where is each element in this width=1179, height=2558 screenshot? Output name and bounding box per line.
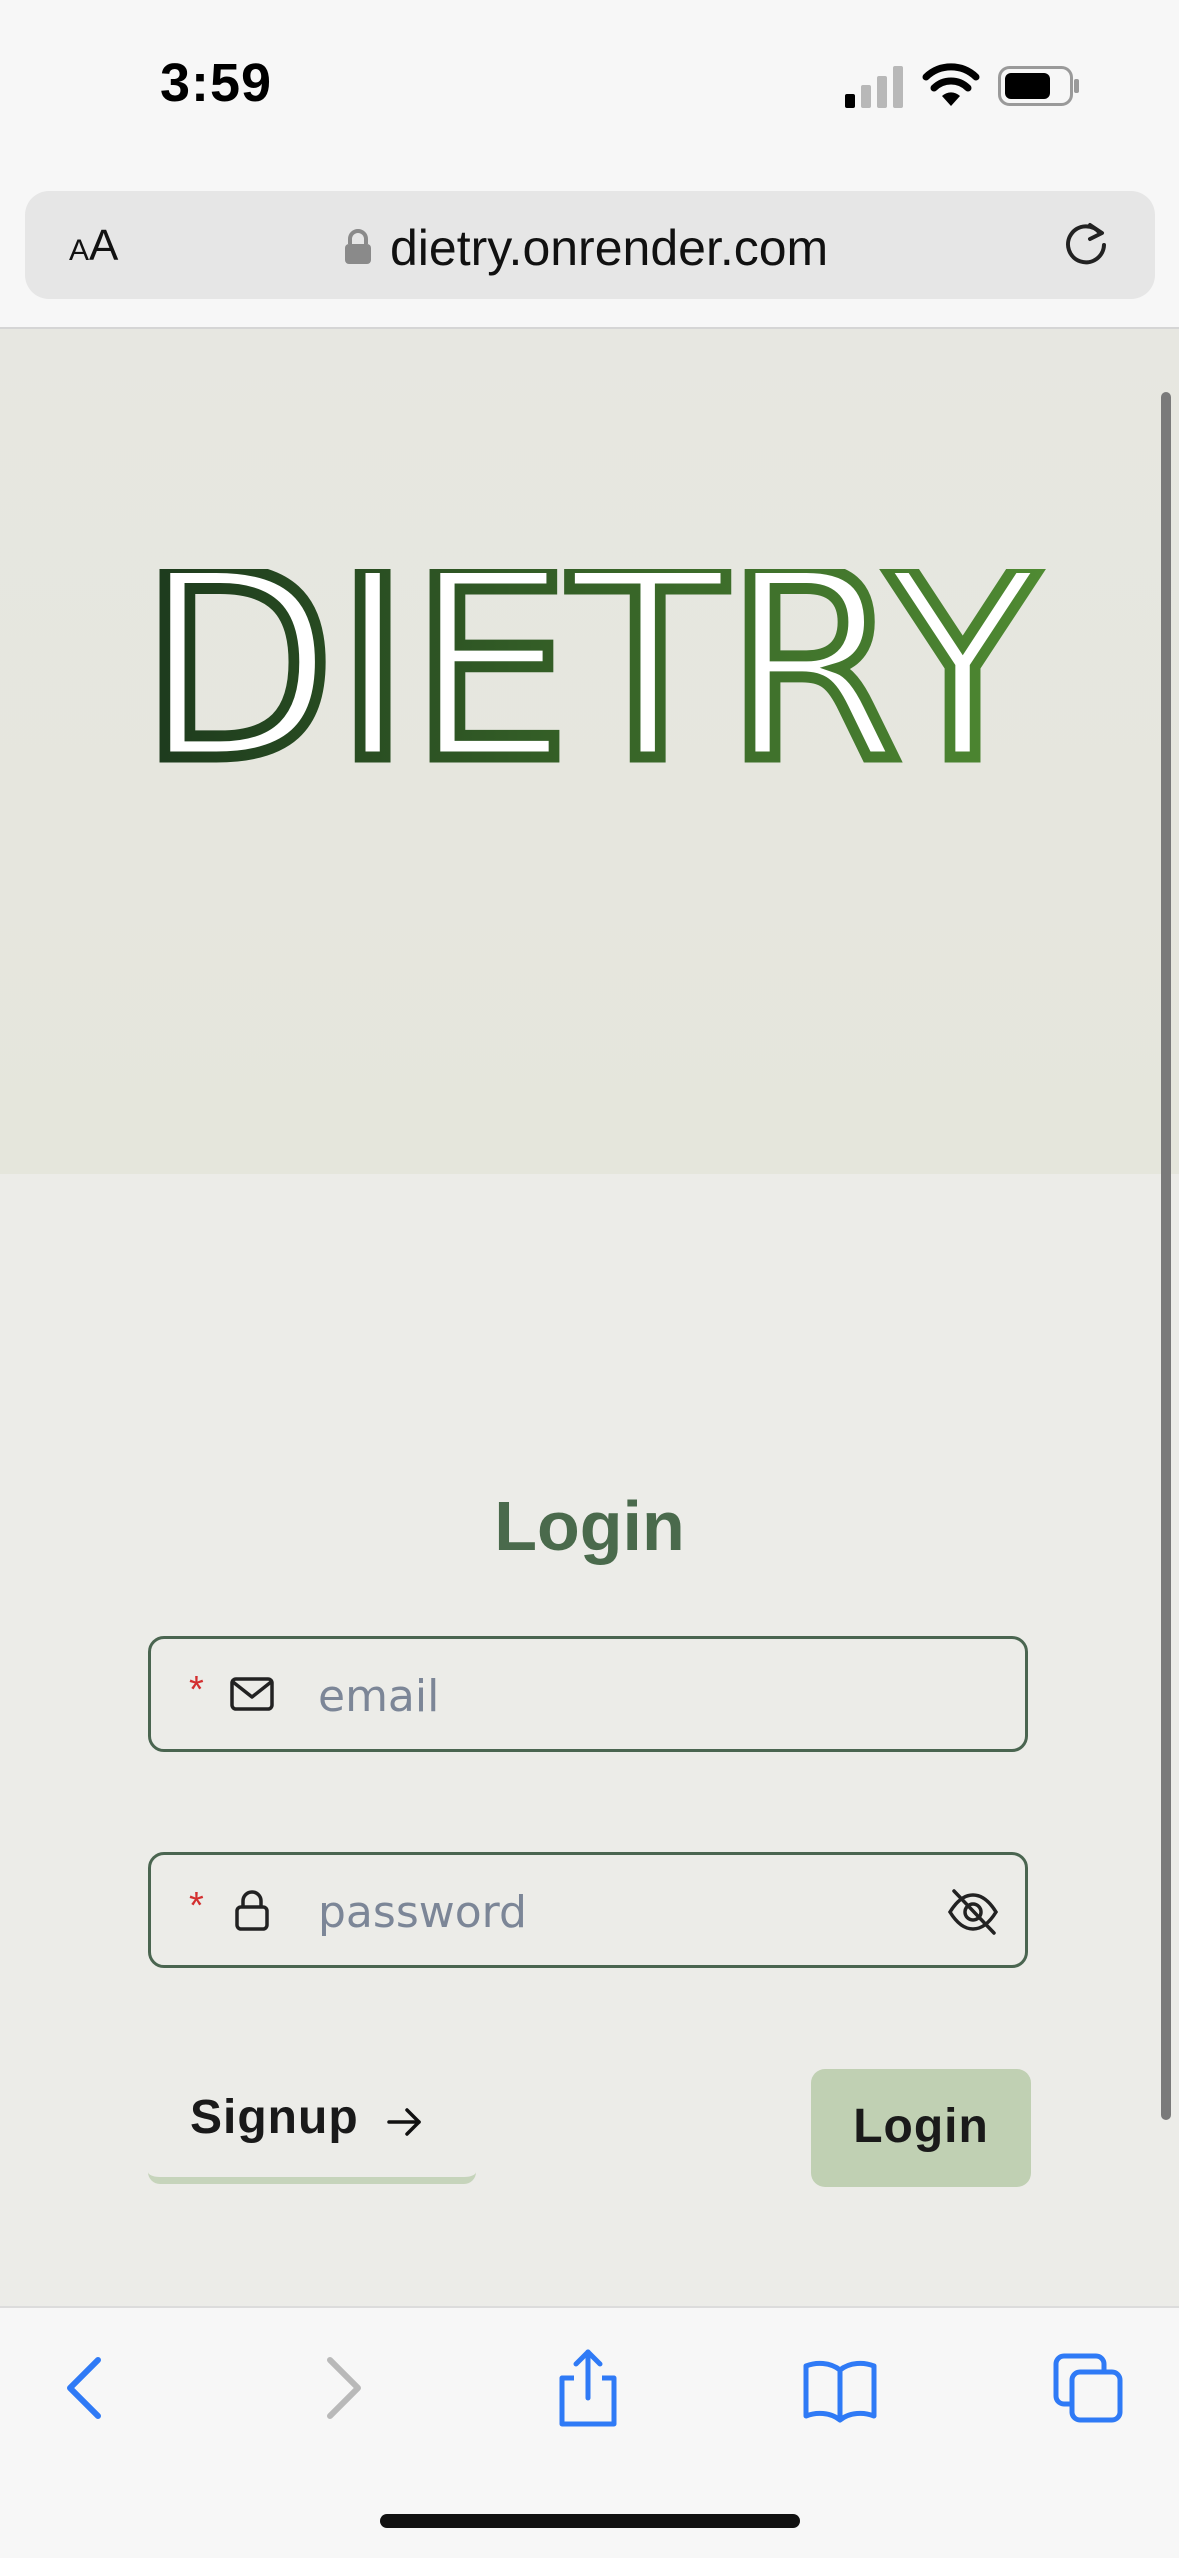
status-time: 3:59 (160, 53, 273, 113)
login-title: Login (494, 1487, 685, 1565)
email-input[interactable] (316, 1659, 880, 1733)
arrow-right-icon (387, 2108, 421, 2136)
password-field[interactable]: * (148, 1852, 1028, 1968)
required-mark: * (189, 1669, 204, 1711)
url-text[interactable]: dietry.onrender.com (390, 219, 828, 277)
tabs-icon[interactable] (1048, 2348, 1128, 2428)
battery-icon (998, 66, 1079, 106)
mail-icon (230, 1677, 274, 1711)
address-bar[interactable]: AA dietry.onrender.com (25, 191, 1155, 299)
forward-icon[interactable] (300, 2348, 380, 2428)
dietry-logo: DIETRY (135, 569, 1050, 769)
browser-address-area: AA dietry.onrender.com (0, 175, 1179, 329)
svg-text:DIETRY: DIETRY (140, 569, 1044, 769)
lock-icon (235, 1890, 269, 1931)
password-input[interactable] (316, 1875, 880, 1949)
back-icon[interactable] (48, 2348, 128, 2428)
home-indicator[interactable] (380, 2514, 800, 2528)
text-size-button[interactable]: AA (69, 221, 118, 271)
eye-off-icon[interactable] (946, 1885, 1000, 1939)
cellular-signal-icon (845, 66, 903, 108)
signup-label: Signup (190, 2091, 359, 2144)
wifi-icon (922, 63, 980, 106)
reload-icon[interactable] (1060, 219, 1112, 271)
hero-banner: DIETRY (0, 329, 1179, 1174)
required-mark: * (189, 1885, 204, 1927)
signup-button[interactable]: Signup (148, 2058, 476, 2184)
lock-icon (345, 229, 371, 264)
share-icon[interactable] (548, 2348, 628, 2428)
email-field[interactable]: * (148, 1636, 1028, 1752)
scrollbar[interactable] (1161, 392, 1171, 2120)
status-bar: 3:59 (0, 0, 1179, 175)
login-button[interactable]: Login (811, 2069, 1031, 2187)
login-button-label: Login (853, 2100, 989, 2153)
bookmarks-icon[interactable] (800, 2348, 880, 2428)
